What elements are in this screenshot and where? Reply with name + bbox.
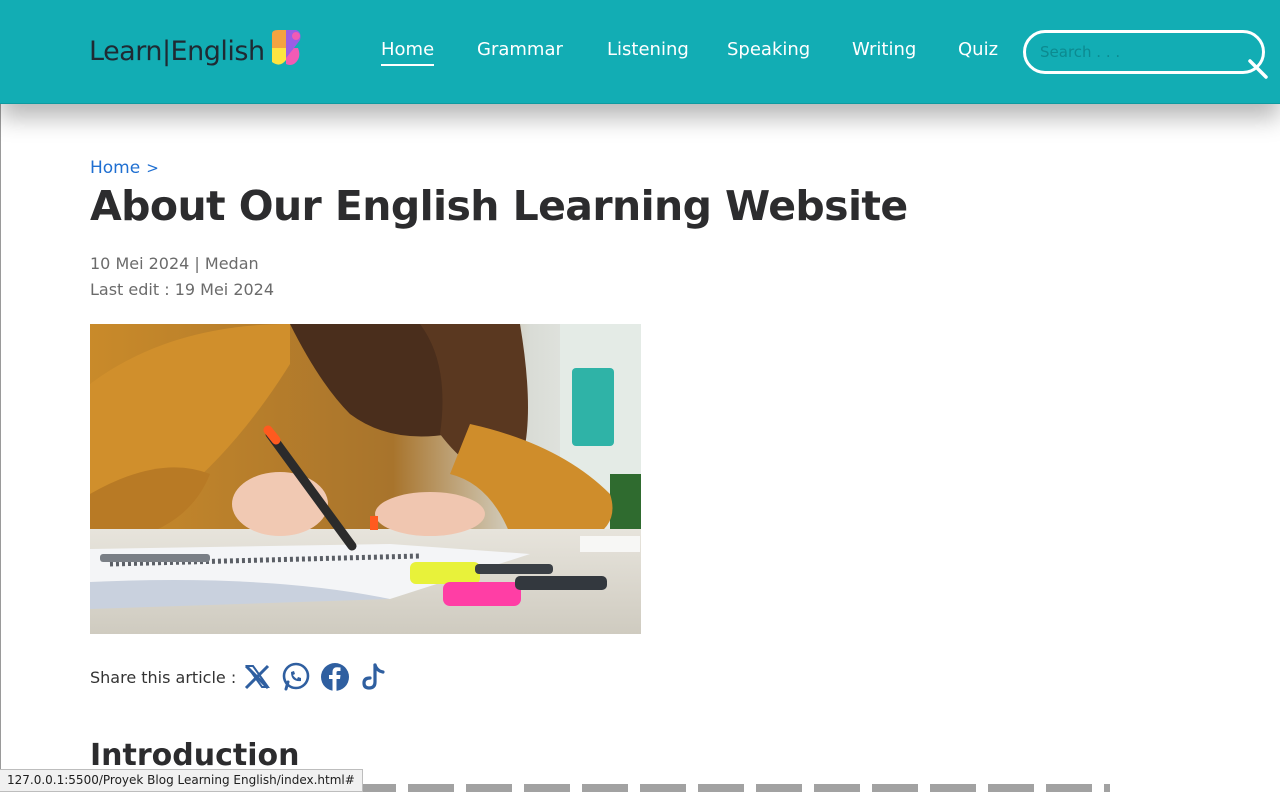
nav-grammar[interactable]: Grammar	[477, 39, 563, 60]
breadcrumb-home-link[interactable]: Home	[90, 158, 140, 178]
browser-status-bar: 127.0.0.1:5500/Proyek Blog Learning Engl…	[0, 769, 363, 792]
share-label: Share this article :	[90, 667, 237, 687]
window-edge	[0, 104, 1, 792]
chevron-right-icon: >	[146, 159, 159, 177]
article-last-edit: Last edit : 19 Mei 2024	[90, 280, 275, 299]
facebook-icon[interactable]	[320, 662, 350, 692]
search-icon[interactable]	[1248, 59, 1270, 81]
nav-listening[interactable]: Listening	[607, 39, 689, 60]
intro-paragraph-cutoff	[350, 784, 1110, 792]
share-bar: Share this article :	[90, 660, 398, 694]
article-date: 10 Mei 2024 | Medan	[90, 254, 259, 273]
tiktok-icon[interactable]	[359, 662, 389, 692]
x-icon[interactable]	[242, 662, 272, 692]
article-hero-image	[90, 324, 641, 634]
page-title: About Our English Learning Website	[90, 182, 908, 230]
search-input[interactable]	[1040, 41, 1240, 63]
nav-speaking[interactable]: Speaking	[727, 39, 810, 60]
nav-home[interactable]: Home	[381, 39, 435, 66]
site-logo[interactable]: Learn|English	[89, 30, 302, 72]
whatsapp-icon[interactable]	[281, 662, 311, 692]
nav-quiz[interactable]: Quiz	[958, 39, 998, 60]
section-title-introduction: Introduction	[90, 738, 300, 773]
nav-writing[interactable]: Writing	[852, 39, 916, 60]
search-box	[1023, 30, 1268, 79]
breadcrumb: Home >	[90, 158, 159, 178]
logo-text: Learn|English	[89, 35, 265, 67]
navbar: Learn|English Home Grammar Listening Spe…	[0, 0, 1280, 104]
logo-mark-icon	[271, 30, 301, 65]
